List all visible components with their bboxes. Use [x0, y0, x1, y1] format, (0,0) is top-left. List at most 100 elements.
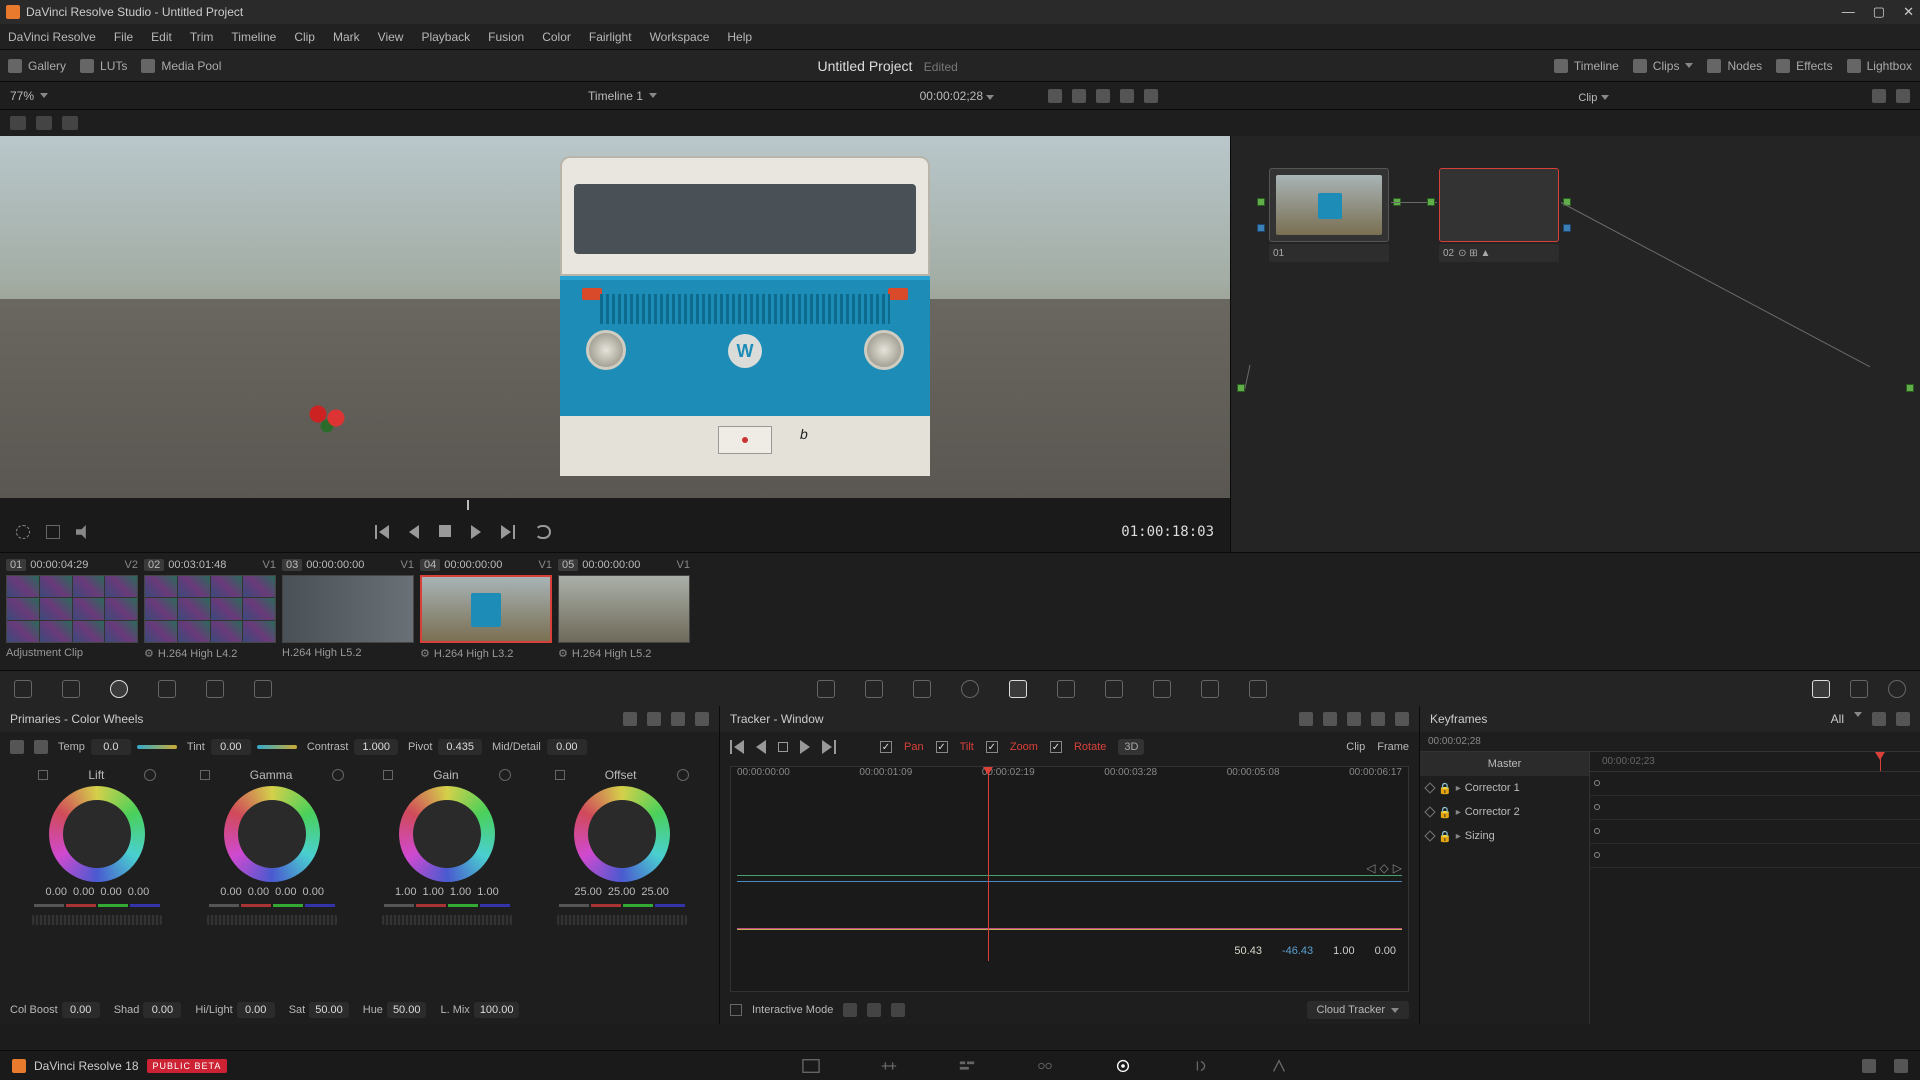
track-stop-button[interactable] [778, 742, 788, 752]
picker-icon[interactable] [383, 770, 393, 780]
temp-value[interactable]: 0.0 [91, 739, 131, 755]
wheel-val[interactable]: 0.00 [248, 886, 269, 898]
primaries-menu-icon[interactable] [695, 712, 709, 726]
master-wheel[interactable] [382, 915, 512, 925]
menu-view[interactable]: View [378, 30, 404, 44]
hdr-icon[interactable] [158, 680, 176, 698]
kf-playhead[interactable] [1880, 752, 1881, 771]
node-output-connector[interactable] [1906, 384, 1914, 392]
kf-row-corrector1[interactable]: 🔒▸Corrector 1 [1420, 776, 1589, 800]
reset-icon[interactable] [677, 769, 689, 781]
kf-marker-icon[interactable] [1594, 780, 1600, 786]
clip-thumbnail[interactable] [420, 575, 552, 643]
shad-value[interactable]: 0.00 [143, 1002, 181, 1018]
node-alpha-out-icon[interactable] [1563, 224, 1571, 232]
node-alpha-in-icon[interactable] [1257, 224, 1265, 232]
pan-checkbox[interactable]: ✓ [880, 741, 892, 753]
fairlight-page-icon[interactable] [1192, 1058, 1210, 1074]
wheel-val[interactable]: 0.00 [128, 886, 149, 898]
reset-icon[interactable] [499, 769, 511, 781]
media-page-icon[interactable] [802, 1058, 820, 1074]
bars-mode-icon[interactable] [647, 712, 661, 726]
tint-slider[interactable] [257, 745, 297, 749]
picker-icon[interactable] [34, 740, 48, 754]
wheel-val[interactable]: 1.00 [395, 886, 416, 898]
wheel-val[interactable]: 1.00 [422, 886, 443, 898]
menu-trim[interactable]: Trim [190, 30, 214, 44]
effects-toggle[interactable]: Effects [1776, 59, 1832, 73]
reverse-button[interactable] [409, 525, 419, 539]
kf-row-sizing[interactable]: 🔒▸Sizing [1420, 824, 1589, 848]
unmix-icon[interactable] [16, 525, 30, 539]
clips-toggle[interactable]: Clips [1633, 59, 1694, 73]
key-icon[interactable] [1153, 680, 1171, 698]
clip-item[interactable]: 0300:00:00:00V1 H.264 High L5.2 [282, 557, 414, 659]
tracker-playhead[interactable] [988, 767, 989, 961]
clip-item[interactable]: 0100:00:04:29V2 Adjustment Clip [6, 557, 138, 659]
clip-thumbnail[interactable] [144, 575, 276, 643]
first-frame-button[interactable] [375, 525, 389, 539]
tilt-checkbox[interactable]: ✓ [936, 741, 948, 753]
3d-toggle[interactable]: 3D [1118, 739, 1144, 755]
colboost-value[interactable]: 0.00 [62, 1002, 100, 1018]
rgb-mixer-icon[interactable] [206, 680, 224, 698]
tracker-target-icon[interactable] [1299, 712, 1313, 726]
frame-mode-button[interactable]: Frame [1377, 741, 1409, 753]
menu-workspace[interactable]: Workspace [650, 30, 710, 44]
lmix-value[interactable]: 100.00 [474, 1002, 520, 1018]
wheel-val[interactable]: 0.00 [73, 886, 94, 898]
menu-file[interactable]: File [114, 30, 133, 44]
window-icon[interactable] [961, 680, 979, 698]
color-wheel[interactable] [574, 786, 670, 882]
sat-value[interactable]: 50.00 [309, 1002, 349, 1018]
clip-thumbnail[interactable] [282, 575, 414, 643]
auto-balance-icon[interactable] [10, 740, 24, 754]
menu-mark[interactable]: Mark [333, 30, 360, 44]
fusion-page-icon[interactable] [1036, 1058, 1054, 1074]
wheel-val[interactable]: 25.00 [641, 886, 669, 898]
track-forward-button[interactable] [800, 740, 810, 754]
tracker-icon[interactable] [1009, 680, 1027, 698]
picker-icon[interactable] [555, 770, 565, 780]
clip-item[interactable]: 0400:00:00:00V1 ⚙H.264 High L3.2 [420, 557, 552, 660]
keyframe-next-icon[interactable]: ▷ [1393, 861, 1402, 875]
kf-marker-icon[interactable] [1594, 852, 1600, 858]
node-in-icon[interactable] [1427, 198, 1435, 206]
home-icon[interactable] [1862, 1059, 1876, 1073]
color-wheel[interactable] [399, 786, 495, 882]
sizing-icon[interactable] [1201, 680, 1219, 698]
clip-item[interactable]: 0200:03:01:48V1 ⚙H.264 High L4.2 [144, 557, 276, 660]
tracker-type-dropdown[interactable]: Cloud Tracker [1307, 1001, 1409, 1019]
tracker-reset-icon[interactable] [1371, 712, 1385, 726]
color-wheel[interactable] [224, 786, 320, 882]
3d-icon[interactable] [1249, 680, 1267, 698]
lock-icon[interactable]: 🔒 [1438, 806, 1452, 819]
rotate-checkbox[interactable]: ✓ [1050, 741, 1062, 753]
menu-timeline[interactable]: Timeline [231, 30, 276, 44]
wheels-mode-icon[interactable] [623, 712, 637, 726]
node-mode-dropdown[interactable]: Clip [1578, 92, 1609, 104]
color-wheel[interactable] [49, 786, 145, 882]
color-wheels-icon[interactable] [110, 680, 128, 698]
wheel-val[interactable]: 0.00 [46, 886, 67, 898]
clip-item[interactable]: 0500:00:00:00V1 ⚙H.264 High L5.2 [558, 557, 690, 660]
scopes-icon[interactable] [1850, 680, 1868, 698]
cut-page-icon[interactable] [880, 1058, 898, 1074]
keyframe-prev-icon[interactable]: ◁ [1366, 861, 1375, 875]
kf-row-corrector2[interactable]: 🔒▸Corrector 2 [1420, 800, 1589, 824]
node-02[interactable]: 02⊙ ⊞ ▲ [1439, 168, 1559, 262]
menu-color[interactable]: Color [542, 30, 571, 44]
node-in-icon[interactable] [1257, 198, 1265, 206]
master-wheel[interactable] [207, 915, 337, 925]
info-icon[interactable] [1888, 680, 1906, 698]
transport-timecode[interactable]: 01:00:18:03 [1121, 524, 1214, 540]
mediapool-toggle[interactable]: Media Pool [141, 59, 221, 73]
viewer-timecode[interactable]: 00:00:02;28 [920, 89, 995, 103]
hue-value[interactable]: 50.00 [387, 1002, 427, 1018]
warper-icon[interactable] [865, 680, 883, 698]
color-match-icon[interactable] [62, 680, 80, 698]
magic-mask-icon[interactable] [1057, 680, 1075, 698]
node-menu-icon[interactable] [1896, 89, 1910, 103]
wheel-val[interactable]: 0.00 [220, 886, 241, 898]
delete-icon[interactable] [891, 1003, 905, 1017]
